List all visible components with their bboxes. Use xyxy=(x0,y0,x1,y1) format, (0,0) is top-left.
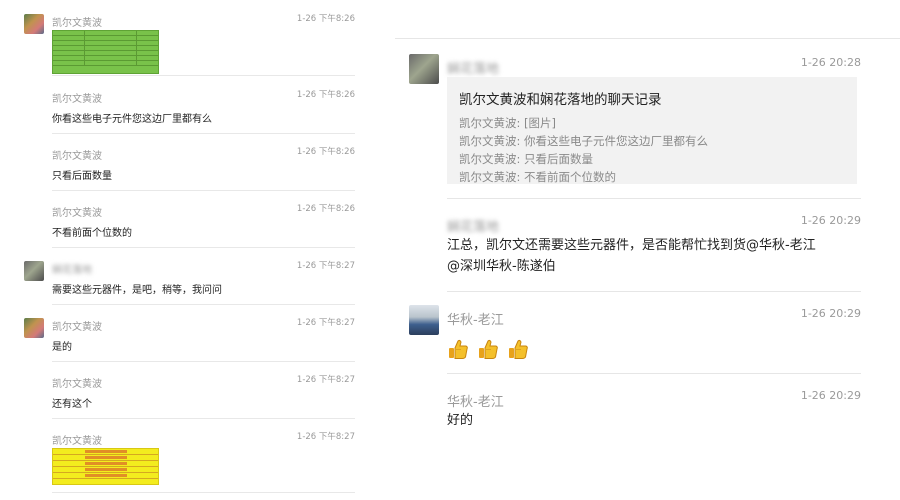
thumbs-up-icon xyxy=(449,339,468,359)
sender-name: 娴花落地 xyxy=(447,220,500,235)
message-text: 只看后面数量 xyxy=(52,171,112,182)
avatar[interactable] xyxy=(409,305,439,335)
divider xyxy=(52,133,355,134)
chat-message: 华秋-老江 1-26 20:29 好的 xyxy=(395,385,875,435)
message-text: 江总，凯尔文还需要这些元器件，是否能帮忙找到货@华秋-老江 xyxy=(447,238,816,253)
sender-name: 华秋-老江 xyxy=(447,395,504,410)
sender-name: 娴花落地 xyxy=(447,62,500,77)
thumbs-up-icon xyxy=(509,339,528,359)
emoji-row xyxy=(447,338,529,360)
message-time: 1-26 下午8:27 xyxy=(296,375,355,385)
sender-name: 凯尔文黄波 xyxy=(52,18,102,29)
avatar[interactable] xyxy=(409,212,439,242)
message-text: 是的 xyxy=(52,342,72,353)
record-line: 凯尔文黄波: [图片] xyxy=(459,116,557,130)
chat-message: 凯尔文黄波 1-26 下午8:27 还有这个 xyxy=(0,373,365,413)
record-title: 凯尔文黄波和娴花落地的聊天记录 xyxy=(459,92,662,108)
message-time: 1-26 下午8:27 xyxy=(296,261,355,271)
message-time: 1-26 20:29 xyxy=(800,389,861,402)
sender-name: 凯尔文黄波 xyxy=(52,379,102,390)
chat-message: 凯尔文黄波 1-26 下午8:27 是的 xyxy=(0,316,365,356)
sender-name: 凯尔文黄波 xyxy=(52,322,102,333)
chat-message: 凯尔文黄波 1-26 下午8:27 xyxy=(0,430,365,490)
divider xyxy=(447,373,861,374)
chat-message: 娴花落地 1-26 20:28 凯尔文黄波和娴花落地的聊天记录 凯尔文黄波: [… xyxy=(395,52,875,192)
divider xyxy=(395,38,900,39)
chat-screenshot: 凯尔文黄波 1-26 下午8:26 凯尔文黄波 1-26 下午8:26 你看这些… xyxy=(0,0,900,500)
divider xyxy=(52,190,355,191)
message-text: 还有这个 xyxy=(52,399,92,410)
message-text: 你看这些电子元件您这边厂里都有么 xyxy=(52,114,212,125)
chat-message: 华秋-老江 1-26 20:29 xyxy=(395,303,875,368)
record-line: 凯尔文黄波: 你看这些电子元件您这边厂里都有么 xyxy=(459,134,709,148)
message-time: 1-26 下午8:26 xyxy=(296,90,355,100)
message-time: 1-26 下午8:26 xyxy=(296,204,355,214)
divider xyxy=(52,75,355,76)
thumbs-up-icon xyxy=(479,339,498,359)
chat-message: 娴花落地 1-26 下午8:27 需要这些元器件，是吧，稍等，我问问 xyxy=(0,259,365,299)
message-time: 1-26 下午8:26 xyxy=(296,14,355,24)
divider xyxy=(52,247,355,248)
divider xyxy=(52,304,355,305)
sender-name: 凯尔文黄波 xyxy=(52,436,102,447)
record-line: 凯尔文黄波: 不看前面个位数的 xyxy=(459,170,617,184)
message-time: 1-26 20:29 xyxy=(800,307,861,320)
message-time: 1-26 下午8:26 xyxy=(296,147,355,157)
chat-message: 凯尔文黄波 1-26 下午8:26 只看后面数量 xyxy=(0,145,365,185)
message-time: 1-26 20:28 xyxy=(800,56,861,69)
chat-message: 娴花落地 1-26 20:29 江总，凯尔文还需要这些元器件，是否能帮忙找到货@… xyxy=(395,210,875,282)
divider xyxy=(447,198,861,199)
right-chat-panel: 娴花落地 1-26 20:28 凯尔文黄波和娴花落地的聊天记录 凯尔文黄波: [… xyxy=(395,0,900,500)
avatar[interactable] xyxy=(409,54,439,84)
message-text: 不看前面个位数的 xyxy=(52,228,132,239)
avatar[interactable] xyxy=(24,14,44,34)
spreadsheet-image[interactable] xyxy=(52,30,159,74)
avatar[interactable] xyxy=(24,318,44,338)
chat-message: 凯尔文黄波 1-26 下午8:26 不看前面个位数的 xyxy=(0,202,365,242)
spreadsheet-image[interactable] xyxy=(52,448,159,485)
sender-name: 凯尔文黄波 xyxy=(52,94,102,105)
divider xyxy=(52,361,355,362)
sender-name: 华秋-老江 xyxy=(447,313,504,328)
avatar[interactable] xyxy=(24,261,44,281)
message-text: 好的 xyxy=(447,413,474,428)
sender-name: 娴花落地 xyxy=(52,265,92,276)
sender-name: 凯尔文黄波 xyxy=(52,151,102,162)
message-text: @深圳华秋-陈遂伯 xyxy=(447,259,556,274)
record-line: 凯尔文黄波: 只看后面数量 xyxy=(459,152,594,166)
message-text: 需要这些元器件，是吧，稍等，我问问 xyxy=(52,285,222,296)
message-time: 1-26 20:29 xyxy=(800,214,861,227)
divider xyxy=(52,492,355,493)
chat-record-card[interactable]: 凯尔文黄波和娴花落地的聊天记录 凯尔文黄波: [图片] 凯尔文黄波: 你看这些电… xyxy=(447,77,857,184)
chat-message: 凯尔文黄波 1-26 下午8:26 xyxy=(0,12,365,74)
message-time: 1-26 下午8:27 xyxy=(296,432,355,442)
divider xyxy=(52,418,355,419)
sender-name: 凯尔文黄波 xyxy=(52,208,102,219)
message-time: 1-26 下午8:27 xyxy=(296,318,355,328)
left-chat-panel: 凯尔文黄波 1-26 下午8:26 凯尔文黄波 1-26 下午8:26 你看这些… xyxy=(0,0,385,500)
divider xyxy=(447,291,861,292)
chat-message: 凯尔文黄波 1-26 下午8:26 你看这些电子元件您这边厂里都有么 xyxy=(0,88,365,128)
